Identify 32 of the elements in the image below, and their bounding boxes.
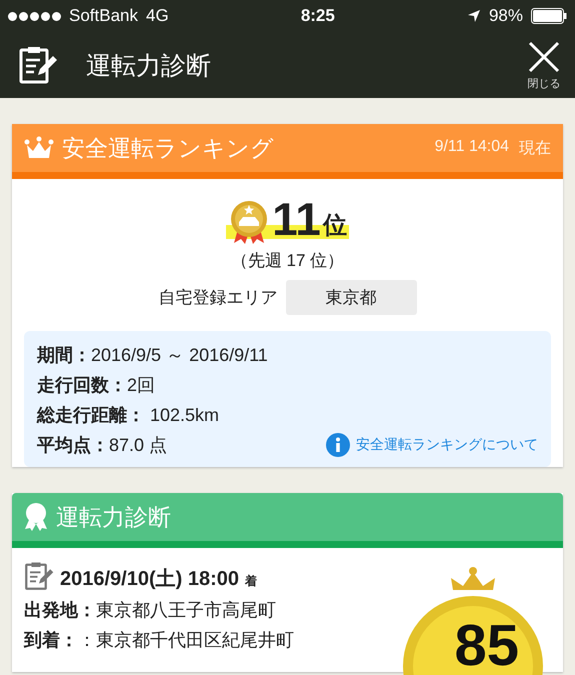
rosette-icon: [24, 502, 48, 532]
trip-date: 2016/9/10(土) 18:00: [60, 567, 240, 592]
stat-line: 総走行距離： 102.5km: [37, 404, 220, 427]
page-title: 運転力診断: [86, 50, 212, 82]
close-button[interactable]: 閉じる: [527, 40, 561, 90]
previous-rank: （先週 17 位）: [230, 250, 344, 272]
score-number: 85: [454, 612, 519, 675]
battery-percent: 98%: [488, 6, 523, 26]
clock-time: 8:25: [300, 6, 336, 26]
close-icon: [527, 40, 561, 74]
area-label: 自宅登録エリア: [158, 287, 278, 309]
trip-line: 到着：：東京都千代田区紀尾井町: [24, 629, 294, 652]
stat-line: 走行回数：2回: [37, 374, 156, 397]
carrier-name: SoftBank: [69, 6, 138, 26]
location-icon: [466, 9, 481, 23]
info-icon: [326, 433, 350, 457]
network-type: 4G: [146, 6, 169, 26]
battery-icon: [531, 8, 567, 24]
medal-icon: [403, 566, 543, 675]
update-suffix: 現在: [519, 138, 551, 158]
update-time: 9/11 14:04: [434, 138, 509, 156]
stat-line: 期間：2016/9/5 ～ 2016/9/11: [37, 344, 269, 367]
signal-icon: [8, 12, 61, 20]
arrival-mark: 着: [245, 573, 258, 590]
clipboard-pencil-icon: [24, 560, 54, 592]
diagnosis-title: 運転力診断: [56, 502, 172, 532]
trip-line: 出発地：東京都八王子市高尾町: [24, 599, 276, 622]
area-value: 東京都: [286, 280, 416, 315]
ranking-title: 安全運転ランキング: [62, 134, 275, 162]
clipboard-pencil-icon: [18, 45, 58, 85]
stat-line: 平均点：87.0 点: [37, 434, 168, 457]
crown-icon: [24, 136, 54, 160]
